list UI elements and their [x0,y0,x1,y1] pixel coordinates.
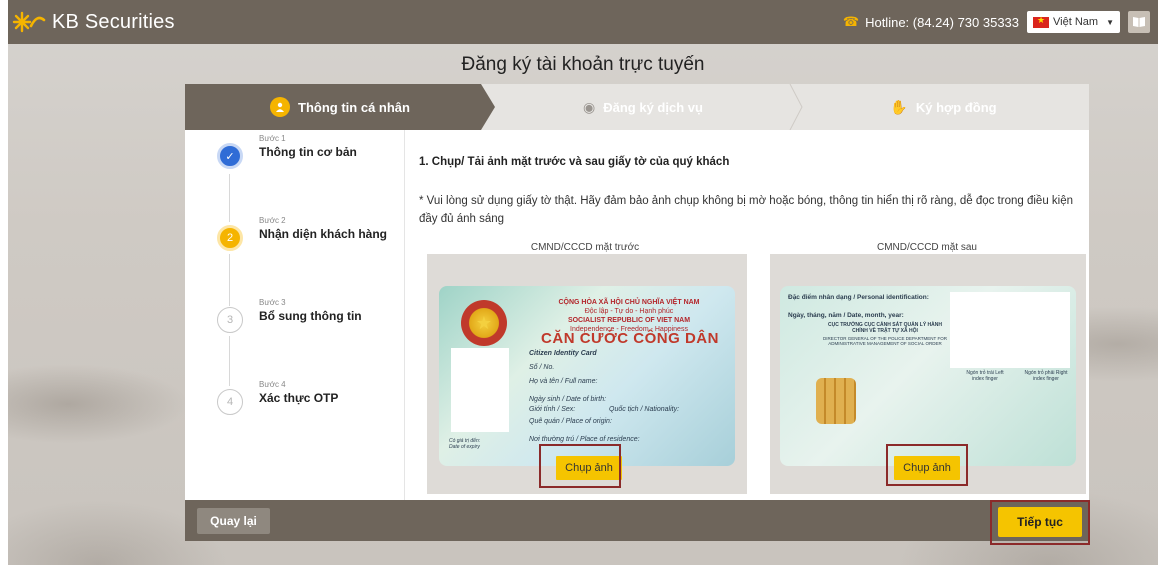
continue-button[interactable]: Tiếp tục [998,507,1082,537]
card-title: CĂN CƯỚC CÔNG DÂN [541,330,719,347]
back-button[interactable]: Quay lại [197,508,270,534]
photo-placeholder [451,348,509,432]
card-field: Ngón trỏ phải Right index finger [1024,370,1068,382]
tab-label: Thông tin cá nhân [298,99,410,115]
user-icon [270,97,291,117]
card-field: Giới tính / Sex: [529,406,576,413]
card-field: Nơi thường trú / Place of residence: [529,436,640,443]
step-marker: 4 [217,389,243,415]
tab-contract[interactable]: ✋ Ký hợp đồng [798,84,1089,130]
card-field: Họ và tên / Full name: [529,378,598,385]
chip-icon [816,378,856,424]
back-card-label: CMND/CCCD mặt sau [876,242,977,253]
service-icon: ◉ [583,98,596,115]
brand-name: KB Securities [52,10,175,33]
top-right-tools: ☎ Hotline: (84.24) 730 35333 Việt Nam ▼ [843,11,1150,33]
step-number: Bước 3 [259,298,286,307]
step-item[interactable]: 4 Bước 4 Xác thực OTP [217,380,338,415]
front-card-label: CMND/CCCD mặt trước [530,242,640,253]
card-subtitle: Citizen Identity Card [529,350,597,357]
step-number: Bước 4 [259,380,286,389]
hotline-text: Hotline: (84.24) 730 35333 [865,14,1020,30]
card-country-en: SOCIALIST REPUBLIC OF VIET NAM [567,317,691,324]
step-name: Thông tin cơ bản [259,145,357,159]
card-field: CỤC TRƯỞNG CỤC CẢNH SÁT QUẢN LÝ HÀNH CHÍ… [828,322,942,334]
step-item[interactable]: 3 Bước 3 Bổ sung thông tin [217,298,362,333]
guide-button[interactable] [1128,11,1150,33]
step-connector [229,336,230,386]
upload-section: 1. Chụp/ Tải ảnh mặt trước và sau giấy t… [417,130,1089,500]
bottom-action-bar: Quay lại [185,500,1089,541]
card-country: CỘNG HÒA XÃ HỘI CHỦ NGHĨA VIỆT NAM [558,299,700,306]
tab-label: Ký hợp đồng [915,99,997,115]
card-field: Số / No. [529,364,555,371]
chevron-down-icon: ▼ [1106,17,1114,27]
back-id-card-image: Đặc điểm nhân dạng / Personal identifica… [780,286,1076,466]
card-motto: Độc lập - Tự do - Hạnh phúc [584,308,674,315]
phone-icon: ☎ [842,14,860,29]
top-bar: KB Securities ☎ Hotline: (84.24) 730 353… [8,0,1158,44]
kb-star-logo-icon [12,10,46,34]
card-field: Đặc điểm nhân dạng / Personal identifica… [788,294,929,301]
steps-sidebar: ✓ Bước 1 Thông tin cơ bản 2 Bước 2 Nhận … [185,130,405,500]
front-id-card-image: ★ CỘNG HÒA XÃ HỘI CHỦ NGHĨA VIỆT NAM Độc… [439,286,735,466]
step-name: Bổ sung thông tin [259,309,362,323]
card-field: Ngày sinh / Date of birth: [529,396,607,403]
section-title: 1. Chụp/ Tải ảnh mặt trước và sau giấy t… [419,156,730,168]
hotline[interactable]: ☎ Hotline: (84.24) 730 35333 [843,14,1019,30]
step-done-icon: ✓ [217,143,243,169]
step-number: Bước 1 [259,134,286,143]
step-name: Nhận diện khách hàng [259,227,388,241]
language-select[interactable]: Việt Nam ▼ [1027,11,1120,33]
main-panel: ✓ Bước 1 Thông tin cơ bản 2 Bước 2 Nhận … [185,130,1089,500]
fingerprint-right-box [1022,292,1070,368]
brand[interactable]: KB Securities [12,10,175,34]
page-title: Đăng ký tài khoản trực tuyến [461,54,705,75]
book-icon [1133,17,1145,27]
tab-services[interactable]: ◉ Đăng ký dịch vụ [488,84,798,130]
card-header: CỘNG HÒA XÃ HỘI CHỦ NGHĨA VIỆT NAM Độc l… [529,298,729,334]
card-field: Ngày, tháng, năm / Date, month, year: [788,312,904,319]
handshake-icon: ✋ [890,98,908,115]
card-field: Ngón trỏ trái Left index finger [966,370,1004,382]
card-field: DIRECTOR GENERAL OF THE POLICE DEPARTMEN… [823,336,947,346]
step-marker: 3 [217,307,243,333]
tab-label: Đăng ký dịch vụ [603,99,703,115]
card-field: Có giá trị đến: Date of expiry [449,438,481,450]
step-item[interactable]: ✓ Bước 1 Thông tin cơ bản [217,134,357,169]
step-name: Xác thực OTP [259,391,339,405]
tab-personal-info[interactable]: Thông tin cá nhân [185,84,495,130]
app-frame: KB Securities ☎ Hotline: (84.24) 730 353… [8,0,1158,565]
card-field: Quê quán / Place of origin: [529,418,612,425]
step-active-marker: 2 [217,225,243,251]
national-emblem-icon: ★ [461,300,507,346]
language-label: Việt Nam [1053,16,1099,28]
step-number: Bước 2 [259,216,286,225]
vietnam-flag-icon [1033,15,1050,28]
step-item[interactable]: 2 Bước 2 Nhận diện khách hàng [217,216,387,251]
fingerprint-left-box [950,292,1022,368]
card-field: Quốc tịch / Nationality: [609,406,680,413]
step-connector [229,174,230,222]
highlight-frame [539,444,621,488]
progress-tabs: Thông tin cá nhân ◉ Đăng ký dịch vụ ✋ Ký… [185,84,1089,130]
instruction-note: * Vui lòng sử dụng giấy tờ thật. Hãy đảm… [419,195,1074,225]
highlight-frame [886,444,968,486]
